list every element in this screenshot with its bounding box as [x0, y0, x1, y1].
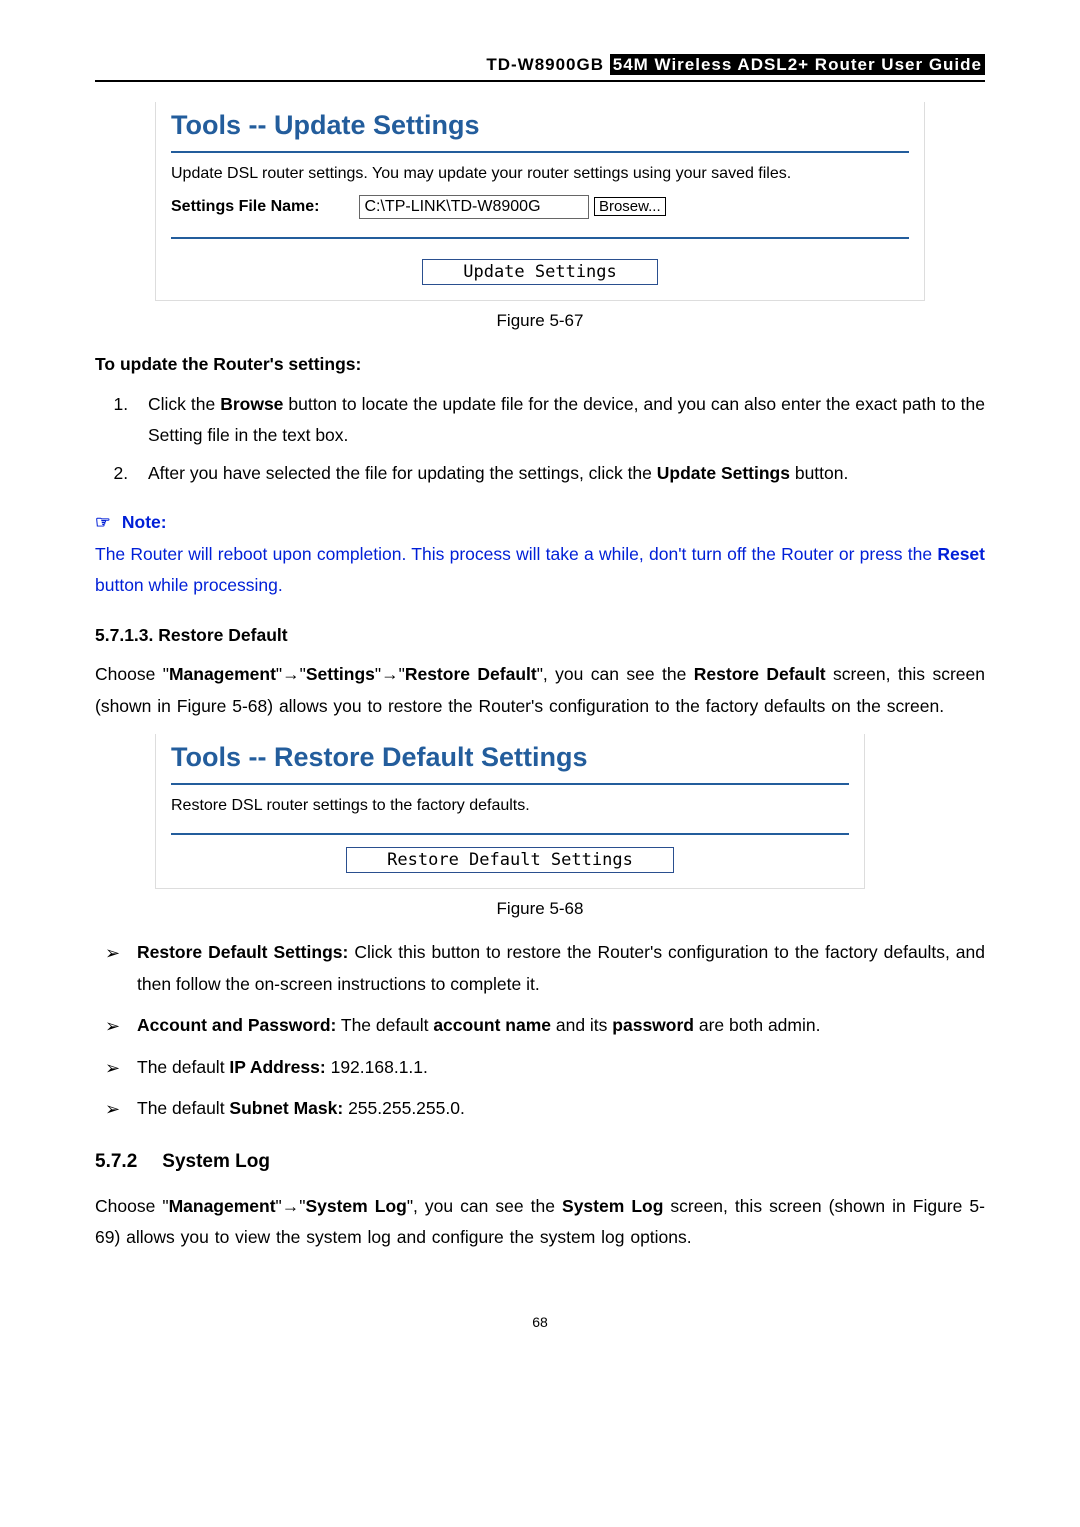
figure-description: Update DSL router settings. You may upda…	[156, 165, 924, 193]
file-row: Settings File Name: Brosew...	[156, 193, 924, 221]
bullet-list: Restore Default Settings: Click this but…	[95, 937, 985, 1125]
file-controls: Brosew...	[359, 195, 665, 219]
restore-default-heading: 5.7.1.3. Restore Default	[95, 620, 985, 652]
figure2-caption: Figure 5-68	[95, 899, 985, 919]
file-label: Settings File Name:	[171, 198, 319, 216]
figure2-rule	[171, 783, 849, 785]
guide-title: 54M Wireless ADSL2+ Router User Guide	[610, 54, 985, 75]
figure-title: Tools -- Update Settings	[156, 102, 924, 151]
restore-default-button[interactable]: Restore Default Settings	[346, 847, 674, 873]
restore-default-paragraph: Choose "Management"→"Settings"→"Restore …	[95, 659, 985, 722]
bullet-ip: The default IP Address: 192.168.1.1.	[105, 1052, 985, 1084]
bullet-restore: Restore Default Settings: Click this but…	[105, 937, 985, 1000]
browse-button[interactable]: Brosew...	[594, 197, 666, 216]
bullet-mask: The default Subnet Mask: 255.255.255.0.	[105, 1093, 985, 1125]
bullet-account: Account and Password: The default accoun…	[105, 1010, 985, 1042]
step-2: After you have selected the file for upd…	[133, 458, 985, 490]
figure-caption: Figure 5-67	[95, 311, 985, 331]
figure2-description: Restore DSL router settings to the facto…	[156, 797, 864, 825]
note-heading: ☞ Note:	[95, 507, 985, 539]
button-row-2: Restore Default Settings	[156, 847, 864, 873]
figure-rule-2	[171, 237, 909, 239]
body-2: Restore Default Settings: Click this but…	[95, 937, 985, 1254]
page-number: 68	[95, 1314, 985, 1330]
figure-update-settings: Tools -- Update Settings Update DSL rout…	[155, 102, 925, 301]
steps-heading: To update the Router's settings:	[95, 349, 985, 381]
system-log-heading: 5.7.2 System Log	[95, 1145, 985, 1179]
document-page: TD-W8900GB 54M Wireless ADSL2+ Router Us…	[0, 0, 1080, 1370]
page-header: TD-W8900GB 54M Wireless ADSL2+ Router Us…	[95, 55, 985, 75]
figure2-title: Tools -- Restore Default Settings	[156, 734, 864, 783]
settings-file-input[interactable]	[359, 195, 589, 219]
figure-restore-default: Tools -- Restore Default Settings Restor…	[155, 734, 865, 889]
body: To update the Router's settings: Click t…	[95, 349, 985, 722]
steps-list: Click the Browse button to locate the up…	[95, 389, 985, 490]
pointing-hand-icon: ☞	[95, 507, 117, 539]
system-log-paragraph: Choose "Management"→"System Log", you ca…	[95, 1191, 985, 1254]
figure2-rule-2	[171, 833, 849, 835]
figure-rule	[171, 151, 909, 153]
update-settings-button[interactable]: Update Settings	[422, 259, 658, 285]
button-row: Update Settings	[156, 259, 924, 285]
note-body: The Router will reboot upon completion. …	[95, 539, 985, 602]
header-rule	[95, 80, 985, 82]
step-1: Click the Browse button to locate the up…	[133, 389, 985, 452]
model-number: TD-W8900GB	[486, 55, 604, 74]
